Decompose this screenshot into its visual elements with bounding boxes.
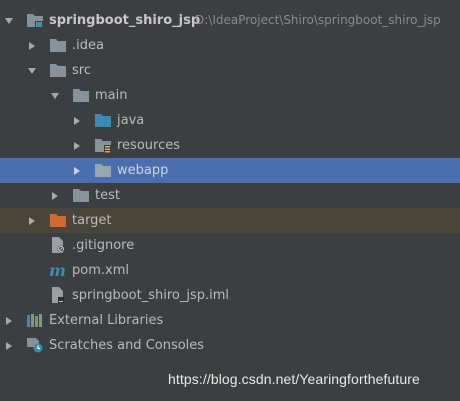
tree-item-project-root[interactable]: springboot_shiro_jsp D:\IdeaProject\Shir… (0, 8, 460, 33)
chevron-right-icon[interactable] (27, 33, 37, 58)
tree-item-label: .idea (72, 38, 104, 53)
tree-item-scratches[interactable]: Scratches and Consoles (0, 333, 460, 358)
project-name: springboot_shiro_jsp (49, 13, 201, 28)
watermark-text: https://blog.csdn.net/Yearingforthefutur… (168, 371, 420, 387)
tree-item-test[interactable]: test (0, 183, 460, 208)
chevron-right-icon[interactable] (27, 208, 37, 233)
iml-file-icon (49, 287, 67, 303)
module-folder-icon (26, 12, 44, 28)
tree-item-webapp[interactable]: webapp (0, 158, 460, 183)
tree-item-label: src (72, 63, 91, 78)
folder-icon (49, 37, 67, 53)
folder-icon (49, 62, 67, 78)
chevron-right-icon[interactable] (72, 133, 82, 158)
tree-item-resources[interactable]: resources (0, 133, 460, 158)
tree-item-label: springboot_shiro_jsp.iml (72, 288, 230, 303)
project-path: D:\IdeaProject\Shiro\springboot_shiro_js… (195, 13, 441, 27)
folder-icon (94, 162, 112, 178)
tree-item-label: .gitignore (72, 238, 135, 253)
chevron-right-icon[interactable] (72, 158, 82, 183)
tree-item-label: pom.xml (72, 263, 129, 278)
chevron-down-icon[interactable] (27, 58, 37, 83)
tree-item-label: target (72, 213, 112, 228)
tree-item-label: main (95, 88, 128, 103)
gitignore-file-icon (49, 237, 67, 253)
chevron-right-icon[interactable] (50, 183, 60, 208)
tree-item-target[interactable]: target (0, 208, 460, 233)
scratches-icon (26, 337, 44, 353)
tree-item-iml[interactable]: springboot_shiro_jsp.iml (0, 283, 460, 308)
maven-icon: m (49, 261, 67, 280)
tree-item-idea[interactable]: .idea (0, 33, 460, 58)
tree-item-external-libraries[interactable]: External Libraries (0, 308, 460, 333)
folder-icon (72, 187, 90, 203)
tree-item-label: webapp (117, 163, 169, 178)
tree-item-label: Scratches and Consoles (49, 338, 205, 353)
tree-item-label: test (95, 188, 120, 203)
tree-item-label: External Libraries (49, 313, 164, 328)
chevron-right-icon[interactable] (4, 333, 14, 358)
libraries-icon (26, 312, 44, 328)
svg-text:m: m (49, 262, 66, 278)
tree-item-pom[interactable]: m pom.xml (0, 258, 460, 283)
source-folder-icon (94, 112, 112, 128)
excluded-folder-icon (49, 212, 67, 228)
chevron-right-icon[interactable] (4, 308, 14, 333)
tree-item-label: resources (117, 138, 181, 153)
tree-item-gitignore[interactable]: .gitignore (0, 233, 460, 258)
project-tree: springboot_shiro_jsp D:\IdeaProject\Shir… (0, 8, 460, 358)
resources-folder-icon (94, 137, 112, 153)
tree-item-label: java (117, 113, 145, 128)
tree-item-main[interactable]: main (0, 83, 460, 108)
chevron-right-icon[interactable] (72, 108, 82, 133)
folder-icon (72, 87, 90, 103)
tree-item-src[interactable]: src (0, 58, 460, 83)
chevron-down-icon[interactable] (4, 8, 14, 33)
tree-item-java[interactable]: java (0, 108, 460, 133)
chevron-down-icon[interactable] (50, 83, 60, 108)
